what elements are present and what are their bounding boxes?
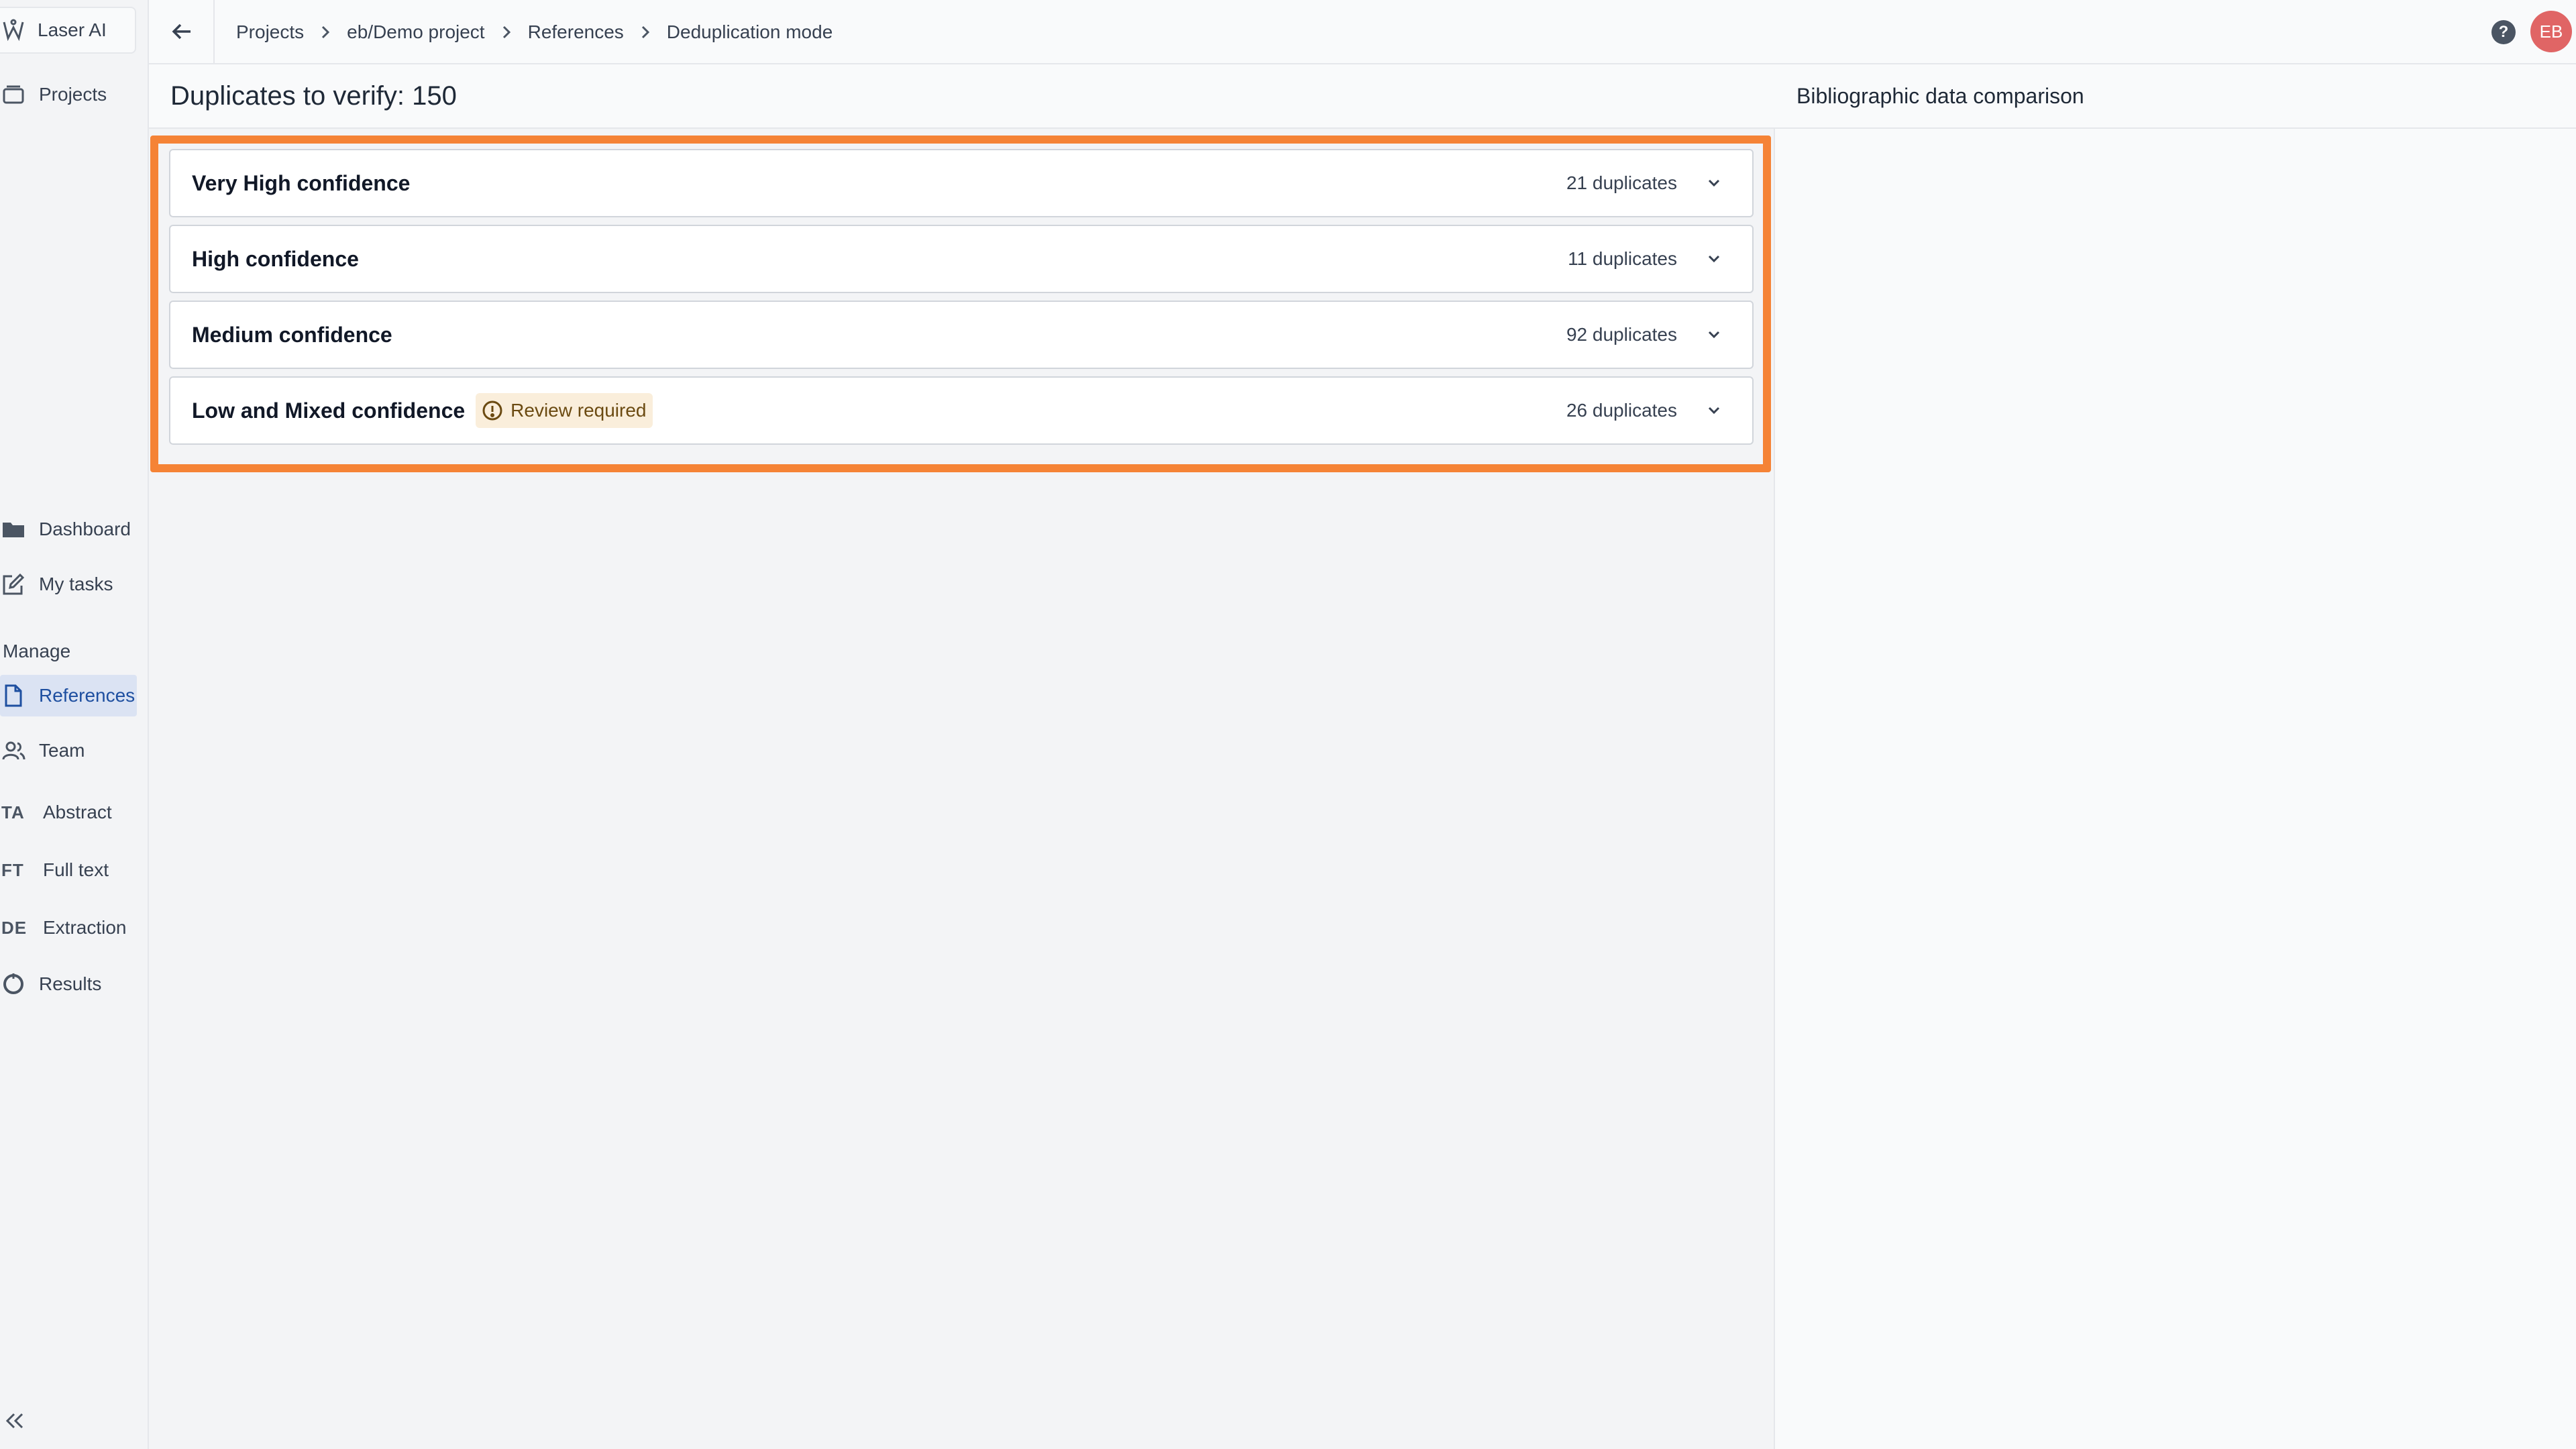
sidebar-item-full-text[interactable]: FT Full text	[0, 849, 137, 891]
chevron-down-icon[interactable]	[1704, 400, 1724, 421]
group-title: Low and Mixed confidence	[192, 398, 466, 423]
users-icon	[2, 741, 25, 760]
sidebar-item-label: Results	[39, 973, 102, 994]
sidebar-item-label: Full text	[43, 859, 109, 880]
badge-label: Review required	[511, 400, 647, 421]
sidebar-item-label: My tasks	[39, 574, 113, 594]
sidebar-item-team[interactable]: Team	[0, 730, 137, 771]
sidebar-item-results[interactable]: Results	[0, 963, 137, 1005]
sidebar-section-manage: Manage	[3, 641, 71, 661]
sidebar-item-projects[interactable]: Projects	[0, 74, 137, 115]
breadcrumb-references[interactable]: References	[528, 21, 624, 43]
sidebar-item-references[interactable]: References	[0, 675, 137, 716]
group-count: 21 duplicates	[1566, 172, 1677, 193]
sidebar-item-my-tasks[interactable]: My tasks	[0, 564, 137, 605]
sidebar-item-label: Abstract	[43, 802, 112, 822]
chevron-right-icon	[641, 25, 649, 39]
group-title: Medium confidence	[192, 322, 392, 347]
extraction-abbr: DE	[1, 917, 28, 938]
warning-circle-icon	[482, 400, 502, 421]
group-count: 92 duplicates	[1566, 324, 1677, 345]
breadcrumb-projects[interactable]: Projects	[236, 21, 304, 43]
document-icon	[5, 684, 22, 707]
comparison-panel-title: Bibliographic data comparison	[1775, 64, 2576, 129]
help-icon[interactable]: ?	[2491, 20, 2516, 44]
confidence-group-medium[interactable]: Medium confidence 92 duplicates	[169, 301, 1754, 369]
app-root: Laser AI Projects Dashboard My tasks Man…	[0, 0, 2576, 1449]
top-bar: Projects eb/Demo project References Dedu…	[149, 0, 2576, 64]
breadcrumb-current: Deduplication mode	[666, 21, 833, 42]
brand-logo-button[interactable]: Laser AI	[0, 7, 136, 54]
sidebar: Laser AI Projects Dashboard My tasks Man…	[0, 0, 149, 1449]
sidebar-item-label: References	[39, 685, 136, 706]
sidebar-item-label: Projects	[39, 84, 107, 105]
collapse-sidebar-icon[interactable]	[3, 1409, 27, 1433]
confidence-group-very-high[interactable]: Very High confidence 21 duplicates	[169, 149, 1754, 217]
confidence-group-low-mixed[interactable]: Low and Mixed confidence Review required…	[169, 376, 1754, 445]
sidebar-item-label: Dashboard	[39, 519, 131, 539]
chevron-down-icon[interactable]	[1704, 249, 1724, 269]
comparison-panel: Bibliographic data comparison	[1775, 64, 2576, 1449]
chevron-right-icon	[322, 25, 330, 39]
sidebar-item-label: Extraction	[43, 917, 127, 938]
breadcrumb-project[interactable]: eb/Demo project	[347, 21, 484, 43]
group-count: 11 duplicates	[1568, 248, 1677, 269]
folder-icon	[3, 523, 24, 537]
full-text-abbr: FT	[1, 859, 24, 880]
duplicates-panel: Duplicates to verify: 150 Very High conf…	[149, 64, 1775, 1449]
laser-ai-logo-icon	[3, 19, 24, 42]
sidebar-item-label: Team	[39, 740, 85, 761]
brand-name: Laser AI	[38, 19, 107, 40]
group-title: High confidence	[192, 246, 359, 271]
sidebar-item-dashboard[interactable]: Dashboard	[0, 508, 137, 550]
confidence-group-high[interactable]: High confidence 11 duplicates	[169, 225, 1754, 293]
review-required-badge: Review required	[476, 393, 653, 428]
page-title: Duplicates to verify: 150	[149, 64, 1775, 129]
chevron-down-icon[interactable]	[1704, 325, 1724, 345]
projects-icon	[3, 85, 24, 104]
chevron-down-icon[interactable]	[1704, 173, 1724, 193]
sidebar-item-abstract[interactable]: TA Abstract	[0, 792, 137, 833]
breadcrumb: Projects eb/Demo project References Dedu…	[236, 0, 833, 64]
abstract-abbr: TA	[1, 802, 25, 822]
group-title: Very High confidence	[192, 170, 411, 195]
group-count: 26 duplicates	[1566, 400, 1677, 421]
arrow-left-icon	[172, 23, 191, 40]
back-button[interactable]	[165, 15, 199, 48]
edit-icon	[3, 573, 25, 595]
chevron-right-icon	[502, 25, 511, 39]
sidebar-item-extraction[interactable]: DE Extraction	[0, 907, 137, 949]
topbar-divider	[213, 0, 215, 64]
avatar[interactable]: EB	[2530, 11, 2572, 52]
chart-pie-icon	[3, 973, 23, 994]
